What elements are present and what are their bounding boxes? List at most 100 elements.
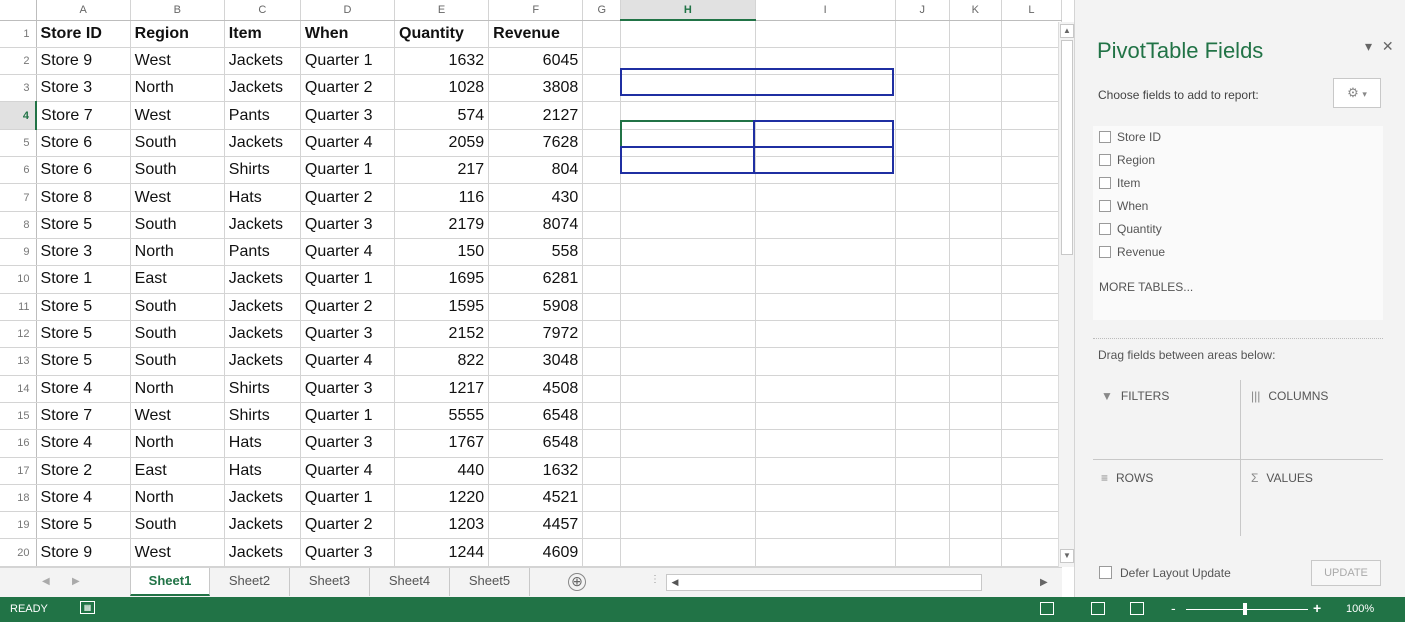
- cell[interactable]: [1001, 511, 1063, 540]
- cell[interactable]: Jackets: [224, 47, 301, 76]
- cell[interactable]: Store 5: [36, 211, 131, 240]
- cell[interactable]: [949, 238, 1002, 267]
- cell[interactable]: Store 4: [36, 429, 131, 458]
- page-layout-view-icon[interactable]: [1091, 602, 1105, 615]
- scroll-left-icon[interactable]: ◀: [668, 575, 682, 590]
- cell[interactable]: [949, 211, 1002, 240]
- cell[interactable]: [1001, 74, 1063, 103]
- row-header[interactable]: 13: [0, 347, 37, 376]
- cell[interactable]: [755, 402, 896, 431]
- cell[interactable]: [1001, 429, 1063, 458]
- cell[interactable]: [1001, 211, 1063, 240]
- cell[interactable]: South: [130, 511, 225, 540]
- row-header[interactable]: 19: [0, 511, 37, 540]
- cell[interactable]: [895, 211, 950, 240]
- scroll-thumb[interactable]: [1061, 40, 1073, 255]
- cell[interactable]: 558: [488, 238, 584, 267]
- cell[interactable]: Quarter 3: [300, 429, 396, 458]
- cell[interactable]: West: [130, 101, 225, 130]
- cell[interactable]: Quarter 1: [300, 265, 396, 294]
- row-header[interactable]: 12: [0, 320, 37, 349]
- vertical-scrollbar[interactable]: ▲ ▼: [1058, 22, 1074, 567]
- cell[interactable]: [755, 375, 896, 403]
- cell[interactable]: [895, 511, 950, 540]
- page-break-view-icon[interactable]: [1130, 602, 1144, 615]
- cell[interactable]: [895, 183, 950, 212]
- cell[interactable]: Store 2: [36, 457, 131, 485]
- cell[interactable]: [895, 156, 950, 185]
- scroll-down-icon[interactable]: ▼: [1060, 549, 1074, 563]
- cell[interactable]: East: [130, 265, 225, 294]
- cell[interactable]: 4508: [488, 375, 584, 403]
- prev-sheet-icon[interactable]: ◀: [42, 576, 50, 587]
- cell[interactable]: Jackets: [224, 538, 301, 567]
- field-checkbox[interactable]: [1099, 200, 1111, 212]
- cell[interactable]: Store ID: [36, 20, 131, 48]
- cell[interactable]: [582, 457, 622, 485]
- cell[interactable]: [1001, 265, 1063, 294]
- cell[interactable]: 3048: [488, 347, 584, 376]
- field-checkbox[interactable]: [1099, 246, 1111, 258]
- scroll-up-icon[interactable]: ▲: [1060, 24, 1074, 38]
- cell[interactable]: [895, 457, 950, 485]
- cell[interactable]: Jackets: [224, 347, 301, 376]
- cell[interactable]: North: [130, 429, 225, 458]
- cell[interactable]: [755, 211, 896, 240]
- cell[interactable]: Hats: [224, 183, 301, 212]
- cell[interactable]: [949, 265, 1002, 294]
- row-header[interactable]: 1: [0, 20, 37, 48]
- row-header[interactable]: 18: [0, 484, 37, 513]
- row-header[interactable]: 4: [0, 101, 38, 130]
- row-header[interactable]: 3: [0, 74, 37, 103]
- filters-area[interactable]: ▼ FILTERS: [1101, 389, 1169, 403]
- cell[interactable]: [582, 293, 622, 321]
- zoom-slider[interactable]: [1186, 609, 1308, 610]
- cell[interactable]: South: [130, 156, 225, 185]
- cell[interactable]: [582, 511, 622, 540]
- tab-sheet1[interactable]: Sheet1: [130, 568, 210, 596]
- cell[interactable]: [949, 129, 1002, 158]
- field-item[interactable]: Region: [1099, 153, 1155, 167]
- cell[interactable]: [582, 47, 622, 76]
- cell[interactable]: 430: [488, 183, 584, 212]
- selection-range[interactable]: [753, 146, 755, 174]
- field-item[interactable]: Item: [1099, 176, 1140, 190]
- checkbox-box[interactable]: [1099, 566, 1112, 579]
- selection-range[interactable]: [753, 120, 894, 148]
- zoom-out-button[interactable]: -: [1171, 600, 1176, 616]
- cell[interactable]: Quarter 2: [300, 511, 396, 540]
- column-header[interactable]: A: [36, 0, 131, 21]
- zoom-slider-thumb[interactable]: [1243, 603, 1247, 615]
- cell[interactable]: West: [130, 183, 225, 212]
- cell[interactable]: [1001, 538, 1063, 567]
- cell[interactable]: [1001, 183, 1063, 212]
- cell[interactable]: [1001, 47, 1063, 76]
- cell[interactable]: [755, 538, 896, 567]
- row-header[interactable]: 7: [0, 183, 37, 212]
- cell[interactable]: Jackets: [224, 320, 301, 349]
- cell[interactable]: [949, 457, 1002, 485]
- cell[interactable]: [1001, 457, 1063, 485]
- cell[interactable]: [620, 20, 756, 48]
- cell[interactable]: [620, 402, 756, 431]
- cell[interactable]: Region: [130, 20, 225, 48]
- column-header[interactable]: D: [300, 0, 396, 21]
- macro-record-icon[interactable]: ▦: [80, 601, 95, 614]
- column-header[interactable]: J: [895, 0, 950, 21]
- cell[interactable]: Store 8: [36, 183, 131, 212]
- cell[interactable]: [582, 101, 622, 130]
- cell[interactable]: 4521: [488, 484, 584, 513]
- tab-sheet2[interactable]: Sheet2: [210, 568, 290, 596]
- cell[interactable]: [1001, 129, 1063, 158]
- cell[interactable]: 4609: [488, 538, 584, 567]
- cell[interactable]: Item: [224, 20, 301, 48]
- selection-range[interactable]: [620, 146, 894, 174]
- cell[interactable]: East: [130, 457, 225, 485]
- columns-area[interactable]: ||| COLUMNS: [1251, 389, 1328, 403]
- pane-divider[interactable]: [1093, 338, 1383, 339]
- cell[interactable]: Store 4: [36, 484, 131, 513]
- cell[interactable]: Shirts: [224, 156, 301, 185]
- cell[interactable]: 7628: [488, 129, 584, 158]
- cell[interactable]: Quarter 4: [300, 238, 396, 267]
- cell[interactable]: [949, 183, 1002, 212]
